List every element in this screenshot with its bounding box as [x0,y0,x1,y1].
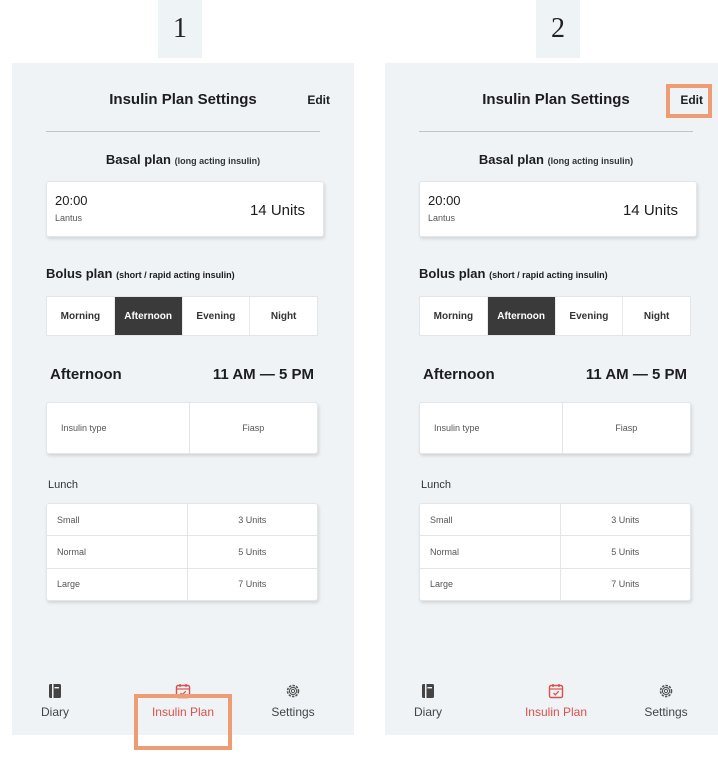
dose-size: Small [47,504,188,536]
insulin-type-card[interactable]: Insulin type Fiasp [46,402,318,454]
book-icon [49,684,61,698]
table-row[interactable]: Small 3 Units [47,504,317,537]
nav-diary[interactable]: Diary [383,683,473,719]
basal-time: 20:00 [428,193,461,208]
basal-card[interactable]: 20:00 Lantus 14 Units [46,181,324,237]
nav-insulin-plan[interactable]: Insulin Plan [511,683,601,719]
nav-diary[interactable]: Diary [10,683,100,719]
page-title: Insulin Plan Settings [109,91,257,108]
bolus-plan-title: Bolus plan (short / rapid acting insulin… [46,266,235,281]
basal-plan-title: Basal plan (long acting insulin) [385,152,718,167]
basal-plan-subtitle: (long acting insulin) [174,156,261,166]
bolus-plan-title: Bolus plan (short / rapid acting insulin… [419,266,608,281]
divider [419,131,693,132]
tab-morning[interactable]: Morning [47,297,115,335]
basal-plan-label: Basal plan [105,152,171,167]
gear-icon [659,684,673,698]
table-row[interactable]: Small 3 Units [420,504,690,537]
dose-table: Small 3 Units Normal 5 Units Large 7 Uni… [46,503,318,601]
insulin-type-label: Insulin type [47,403,190,453]
dose-units: 3 Units [238,514,267,525]
tab-night[interactable]: Night [250,297,317,335]
dose-size: Normal [47,536,188,568]
insulin-type-value: Fiasp [615,423,638,433]
panel-number-1: 1 [158,0,202,58]
tab-afternoon[interactable]: Afternoon [114,297,183,335]
dose-size: Large [47,568,188,600]
period-name: Afternoon [423,366,495,383]
tab-afternoon[interactable]: Afternoon [487,297,556,335]
gear-icon [286,684,300,698]
dose-size: Large [420,568,561,600]
tab-night[interactable]: Night [623,297,690,335]
bolus-tabs: Morning Afternoon Evening Night [46,296,318,336]
insulin-type-value: Fiasp [242,423,265,433]
dose-units: 7 Units [238,579,267,590]
tab-evening[interactable]: Evening [556,297,624,335]
calendar-check-icon [548,684,564,699]
dose-units: 5 Units [611,546,640,557]
table-row[interactable]: Large 7 Units [47,568,317,600]
dose-units: 3 Units [611,514,640,525]
period-time: 11 AM — 5 PM [212,366,314,383]
divider [46,131,320,132]
edit-button[interactable]: Edit [307,93,330,107]
phone-screen-1: Insulin Plan Settings Edit Basal plan (l… [10,63,354,750]
dose-units: 7 Units [611,579,640,590]
basal-drug: Lantus [428,213,456,223]
bolus-plan-subtitle: (short / rapid acting insulin) [116,270,235,280]
dose-size: Small [420,504,561,536]
bolus-plan-label: Bolus plan [46,266,113,281]
panel-number-2: 2 [536,0,580,58]
period-time: 11 AM — 5 PM [585,366,687,383]
table-row[interactable]: Large 7 Units [420,568,690,600]
basal-plan-subtitle: (long acting insulin) [547,156,634,166]
basal-time: 20:00 [55,193,88,208]
phone-screen-2: Insulin Plan Settings Edit Basal plan (l… [385,63,718,735]
bolus-plan-label: Bolus plan [419,266,486,281]
highlight-insulin-plan [134,694,232,750]
basal-units: 14 Units [622,202,678,219]
basal-card[interactable]: 20:00 Lantus 14 Units [419,181,697,237]
meal-title: Lunch [48,479,78,491]
table-row[interactable]: Normal 5 Units [47,536,317,569]
nav-insulin-plan-label: Insulin Plan [524,705,588,719]
meal-title: Lunch [421,479,451,491]
nav-diary-label: Diary [413,705,442,719]
bottom-nav: Diary Insulin Plan Settings [385,683,718,729]
tab-morning[interactable]: Morning [420,297,488,335]
period-name: Afternoon [50,366,122,383]
basal-plan-label: Basal plan [478,152,544,167]
basal-plan-title: Basal plan (long acting insulin) [12,152,354,167]
dose-table: Small 3 Units Normal 5 Units Large 7 Uni… [419,503,691,601]
insulin-type-label: Insulin type [420,403,563,453]
dose-size: Normal [420,536,561,568]
tab-evening[interactable]: Evening [183,297,251,335]
bolus-plan-subtitle: (short / rapid acting insulin) [489,270,608,280]
basal-units: 14 Units [249,202,305,219]
nav-settings-label: Settings [271,705,315,719]
bolus-tabs: Morning Afternoon Evening Night [419,296,691,336]
dose-units: 5 Units [238,546,267,557]
nav-settings[interactable]: Settings [248,683,338,719]
highlight-edit [666,84,712,118]
nav-diary-label: Diary [40,705,69,719]
nav-settings[interactable]: Settings [621,683,711,719]
nav-settings-label: Settings [644,705,688,719]
basal-drug: Lantus [55,213,83,223]
insulin-type-card[interactable]: Insulin type Fiasp [419,402,691,454]
table-row[interactable]: Normal 5 Units [420,536,690,569]
book-icon [422,684,434,698]
